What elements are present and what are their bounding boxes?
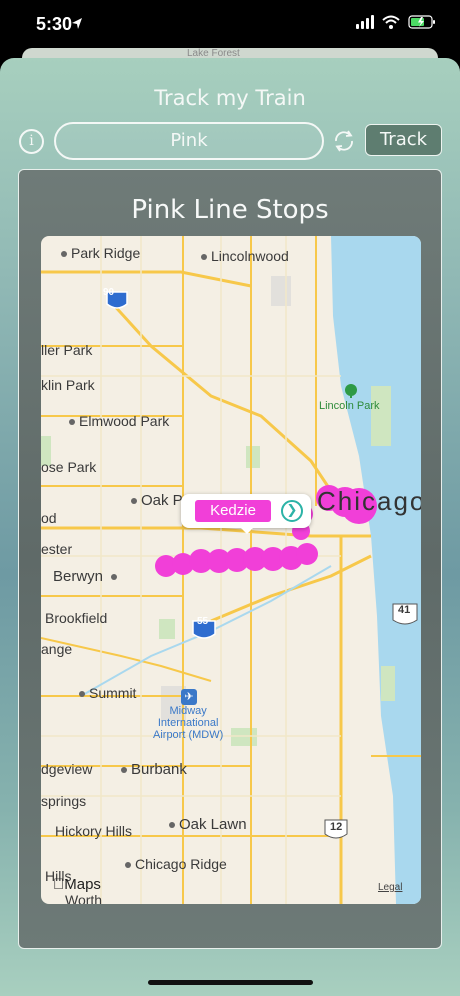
refresh-icon[interactable] (332, 128, 356, 154)
map-place-label: ester (41, 541, 73, 557)
location-arrow-icon (72, 18, 82, 29)
chevron-right-icon[interactable]: ❯ (281, 500, 303, 522)
map-place-label: Lincolnwood (201, 248, 289, 264)
shield-label: 90 (103, 287, 115, 298)
info-button[interactable]: i (19, 129, 44, 154)
map-place-label: Chicago Ridge (125, 856, 227, 872)
airport-icon: ✈ (181, 689, 197, 705)
track-button[interactable]: Track (365, 124, 442, 156)
map-place-label: ange (41, 641, 73, 657)
status-bar: 5:30 (0, 0, 460, 52)
map-view[interactable]: Park Ridge Lincolnwood ller Park klin Pa… (41, 236, 421, 904)
map-place-label: Summit (79, 685, 136, 701)
map-place-label: ller Park (41, 342, 93, 358)
map-place-label: dgeview (41, 761, 93, 777)
shield-label: 41 (398, 604, 411, 616)
apple-icon:  (53, 876, 64, 893)
stops-panel: Pink Line Stops Park Ridge Lincolnwood l… (18, 169, 442, 949)
map-place-label: springs (41, 793, 87, 809)
cellular-signal-icon (356, 15, 374, 29)
info-icon: i (29, 133, 34, 149)
map-place-label: Hickory Hills (55, 823, 132, 839)
map-place-label: ose Park (41, 459, 97, 475)
map-poi-lincoln-park: Lincoln Park (319, 384, 380, 412)
map-poi-midway: ✈ Midway International Airport (MDW) (153, 689, 224, 741)
shield-label: 55 (197, 616, 209, 627)
map-place-label: od (41, 510, 57, 526)
maps-attribution: Maps (53, 876, 101, 893)
callout-tail (239, 526, 255, 534)
map-city-label: Chicago (317, 486, 421, 516)
page-title: Track my Train (154, 86, 306, 110)
status-time: 5:30 (36, 14, 73, 34)
map-place-label: Park Ridge (61, 245, 140, 261)
map-place-label: Oak Lawn (169, 816, 247, 833)
stop-callout[interactable]: Kedzie ❯ (181, 494, 311, 534)
line-input[interactable]: Pink (54, 122, 324, 160)
wifi-icon (382, 15, 400, 29)
map-place-label: Berwyn (53, 568, 121, 585)
map-place-label: Burbank (121, 761, 187, 778)
home-indicator[interactable] (148, 980, 313, 985)
map-place-label: Elmwood Park (69, 413, 169, 429)
map-place-label: Worth (65, 892, 103, 904)
park-icon (345, 384, 357, 398)
shield-label: 12 (330, 821, 343, 833)
status-icons (72, 15, 436, 29)
battery-icon (408, 15, 435, 29)
map-place-label: Brookfield (45, 610, 108, 626)
map-place-label: klin Park (41, 377, 95, 393)
panel-title: Pink Line Stops (131, 195, 329, 225)
modal-sheet: Track my Train i Pink Track Pink Line St… (0, 58, 460, 996)
legal-link[interactable]: Legal (378, 882, 402, 893)
stop-callout-label: Kedzie (195, 500, 271, 522)
